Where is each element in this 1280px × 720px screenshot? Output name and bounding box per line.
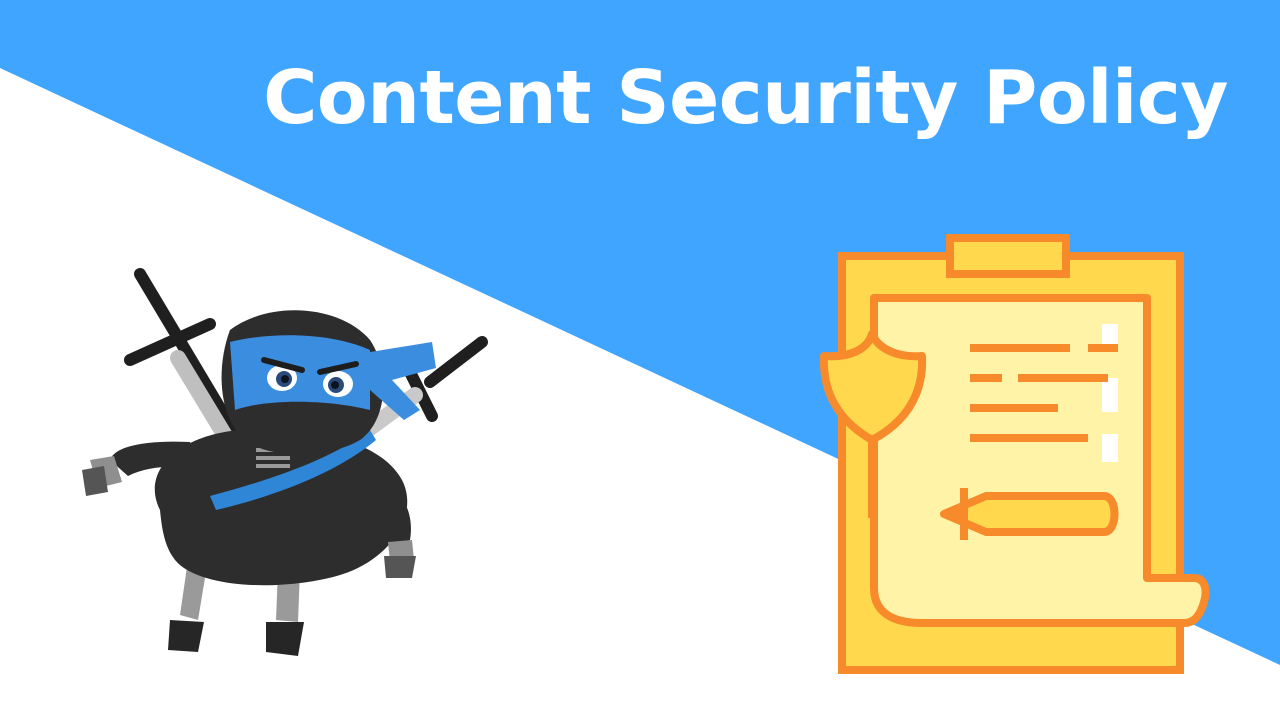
- ninja-mascot-icon: [82, 268, 488, 656]
- page-title: Content Security Policy: [263, 55, 1228, 141]
- clipboard-clip: [946, 234, 1070, 278]
- ninja-headband: [230, 335, 370, 410]
- policy-clipboard-icon: [819, 234, 1210, 674]
- csp-banner: Content Security Policy: [0, 0, 1280, 720]
